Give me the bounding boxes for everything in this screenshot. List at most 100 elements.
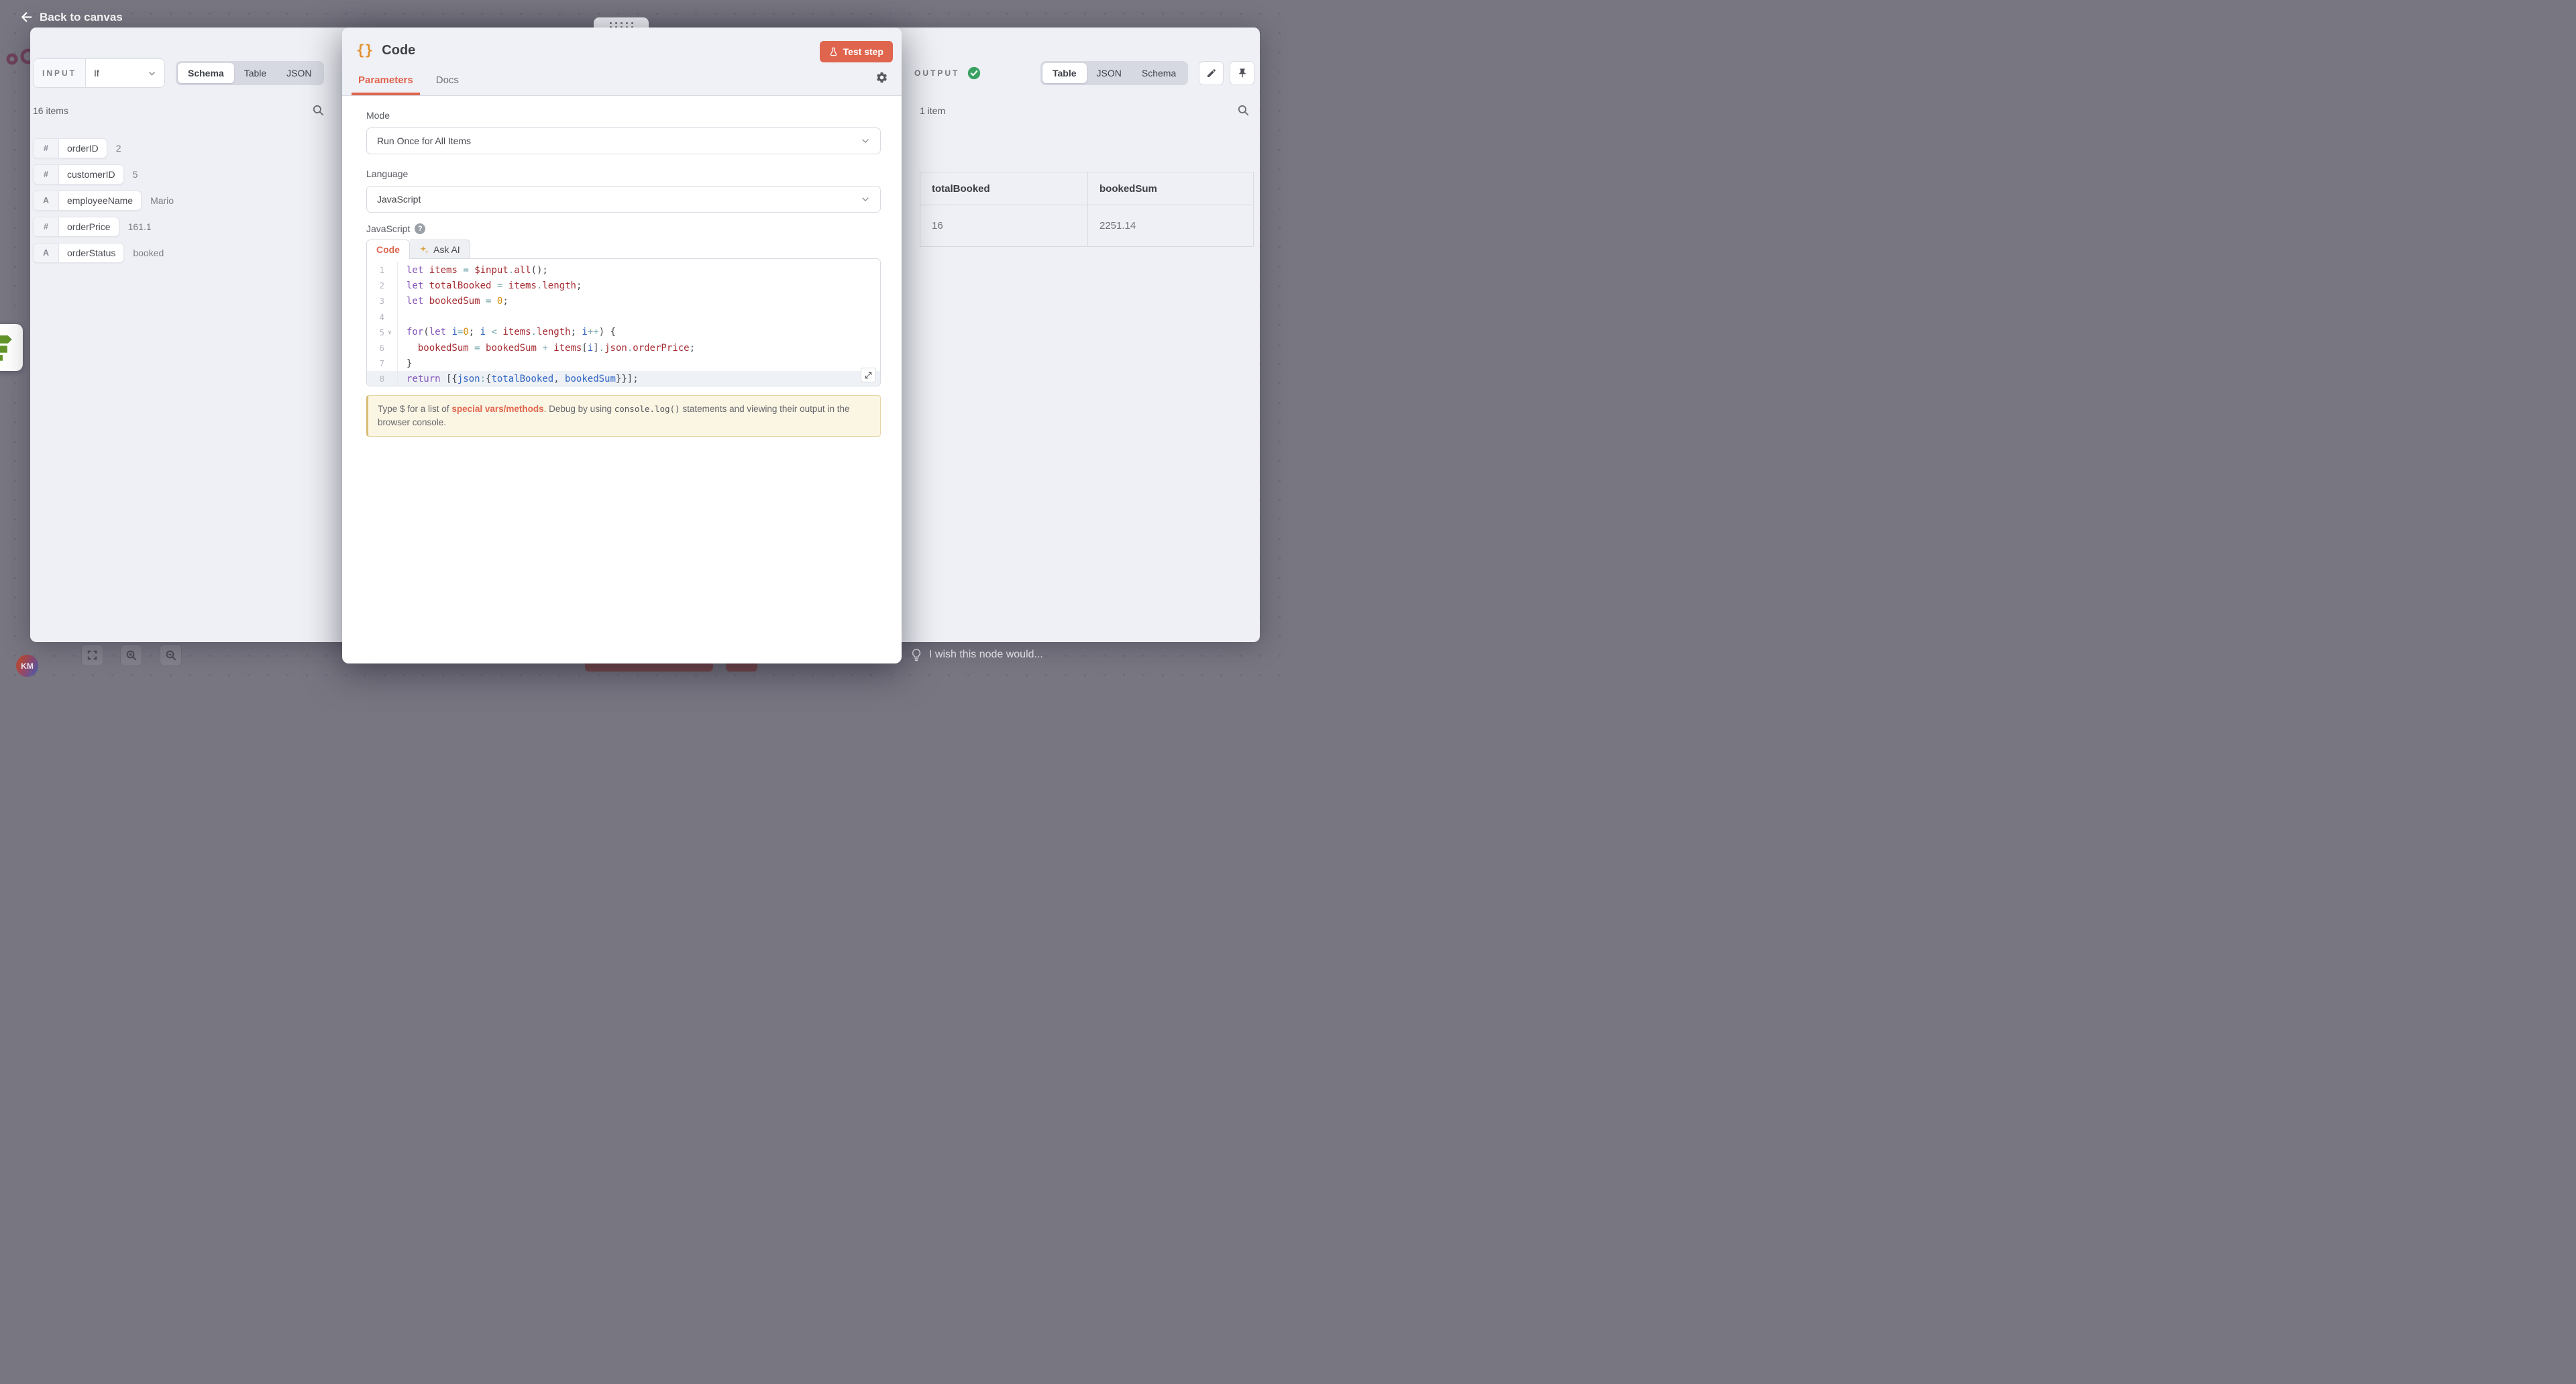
schema-pill-employeename[interactable]: A employeeName xyxy=(33,191,142,211)
string-type-icon: A xyxy=(34,191,59,210)
field-value: 5 xyxy=(133,169,138,180)
zoom-out-button[interactable] xyxy=(160,644,182,666)
test-step-label: Test step xyxy=(843,46,883,57)
schema-pill-orderprice[interactable]: # orderPrice xyxy=(33,217,119,237)
chevron-down-icon xyxy=(861,195,870,204)
back-to-canvas-label: Back to canvas xyxy=(40,11,123,24)
input-tab-json[interactable]: JSON xyxy=(276,63,321,83)
pin-icon xyxy=(1237,68,1248,78)
output-tab-schema[interactable]: Schema xyxy=(1132,63,1186,83)
output-items-row: 1 item xyxy=(920,104,1250,117)
code-line-6: 6 bookedSum = bookedSum + items[i].json.… xyxy=(367,340,880,356)
edit-output-button[interactable] xyxy=(1199,61,1224,85)
output-panel-label: OUTPUT xyxy=(914,68,959,78)
schema-row-orderprice: # orderPrice 161.1 xyxy=(33,217,328,237)
lightbulb-icon xyxy=(911,648,922,661)
tab-parameters[interactable]: Parameters xyxy=(358,74,413,95)
output-tab-json[interactable]: JSON xyxy=(1087,63,1132,83)
language-label: Language xyxy=(366,168,881,179)
code-node-icon: {} xyxy=(356,42,373,58)
input-tab-schema[interactable]: Schema xyxy=(178,63,234,83)
tab-docs[interactable]: Docs xyxy=(436,74,459,95)
zoom-in-icon xyxy=(125,649,138,661)
code-line-7: 7} xyxy=(367,356,880,371)
field-name: customerID xyxy=(59,165,123,184)
schema-row-customerid: # customerID 5 xyxy=(33,164,328,184)
input-items-row: 16 items xyxy=(33,104,325,117)
number-type-icon: # xyxy=(34,165,59,184)
number-type-icon: # xyxy=(34,217,59,236)
mode-label: Mode xyxy=(366,110,881,121)
expand-icon xyxy=(865,372,872,379)
schema-pill-customerid[interactable]: # customerID xyxy=(33,164,124,184)
input-schema-list: # orderID 2 # customerID 5 A employeeNam… xyxy=(33,138,328,263)
if-node-preview-card[interactable] xyxy=(0,324,23,371)
output-items-count: 1 item xyxy=(920,105,945,116)
zoom-in-button[interactable] xyxy=(120,644,142,666)
special-vars-link[interactable]: special vars/methods xyxy=(451,404,543,414)
number-type-icon: # xyxy=(34,139,59,158)
schema-pill-orderstatus[interactable]: A orderStatus xyxy=(33,243,124,263)
code-node-modal: {} Code Test step Parameters Docs Mode R… xyxy=(342,28,902,663)
field-value: 2 xyxy=(116,143,121,154)
mode-select-value: Run Once for All Items xyxy=(377,136,471,146)
code-line-1: 1let items = $input.all(); xyxy=(367,262,880,278)
flask-icon xyxy=(829,47,838,57)
modal-header: {} Code Test step Parameters Docs xyxy=(342,28,902,96)
code-line-5: 5∨for(let i=0; i < items.length; i++) { xyxy=(367,325,880,340)
pin-output-button[interactable] xyxy=(1230,61,1254,85)
editor-hint: Type $ for a list of special vars/method… xyxy=(366,395,881,437)
zoom-out-icon xyxy=(165,649,177,661)
back-to-canvas-button[interactable]: Back to canvas xyxy=(19,10,123,24)
arrow-left-icon xyxy=(19,10,33,24)
ask-ai-label: Ask AI xyxy=(433,244,460,255)
language-select[interactable]: JavaScript xyxy=(366,186,881,213)
output-table-header-row: totalBooked bookedSum xyxy=(920,172,1254,205)
output-search-icon[interactable] xyxy=(1237,104,1250,117)
test-step-button[interactable]: Test step xyxy=(820,41,893,62)
code-editor-lines: 1let items = $input.all();2let totalBook… xyxy=(367,259,880,386)
code-editor[interactable]: 1let items = $input.all();2let totalBook… xyxy=(366,258,881,386)
code-line-4: 4 xyxy=(367,309,880,325)
schema-row-orderstatus: A orderStatus booked xyxy=(33,243,328,263)
node-title-row: {} Code xyxy=(356,42,415,58)
zoom-to-fit-icon xyxy=(87,649,98,661)
node-feedback-label: I wish this node would... xyxy=(929,649,1043,661)
output-panel-header: OUTPUT xyxy=(914,66,981,80)
sparkles-icon xyxy=(419,245,429,254)
output-cell-totalbooked: 16 xyxy=(920,205,1088,247)
help-icon[interactable]: ? xyxy=(415,223,425,234)
input-items-count: 16 items xyxy=(33,105,68,116)
output-cell-bookedsum: 2251.14 xyxy=(1088,205,1254,247)
node-settings-button[interactable] xyxy=(875,71,888,87)
field-name: orderID xyxy=(59,139,107,158)
if-node-icon xyxy=(0,332,23,363)
pencil-icon xyxy=(1206,68,1217,78)
field-name: orderStatus xyxy=(59,244,123,262)
field-value: 161.1 xyxy=(128,221,152,232)
expand-editor-button[interactable] xyxy=(861,368,876,382)
field-name: orderPrice xyxy=(59,217,119,236)
input-tab-table[interactable]: Table xyxy=(234,63,276,83)
schema-pill-orderid[interactable]: # orderID xyxy=(33,138,107,158)
field-value: Mario xyxy=(150,195,174,206)
output-table: totalBooked bookedSum 16 2251.14 xyxy=(920,172,1254,247)
node-title[interactable]: Code xyxy=(382,43,415,58)
output-table-row[interactable]: 16 2251.14 xyxy=(920,205,1254,247)
input-node-select-value: If xyxy=(94,68,99,78)
mode-select[interactable]: Run Once for All Items xyxy=(366,127,881,154)
node-feedback-prompt[interactable]: I wish this node would... xyxy=(911,648,1043,661)
field-value: booked xyxy=(133,248,164,258)
field-name: employeeName xyxy=(59,191,141,210)
editor-tab-code[interactable]: Code xyxy=(366,239,410,259)
input-node-select[interactable]: If xyxy=(86,59,164,87)
editor-tab-ask-ai[interactable]: Ask AI xyxy=(410,239,470,259)
input-node-selector: INPUT If xyxy=(33,58,165,88)
language-select-value: JavaScript xyxy=(377,194,421,205)
modal-tabs: Parameters Docs xyxy=(358,74,459,95)
console-log-snippet: console.log() xyxy=(614,404,680,414)
output-tab-table[interactable]: Table xyxy=(1042,63,1087,83)
user-avatar[interactable]: KM xyxy=(16,655,38,677)
zoom-to-fit-button[interactable] xyxy=(81,644,103,666)
input-search-icon[interactable] xyxy=(312,104,325,117)
